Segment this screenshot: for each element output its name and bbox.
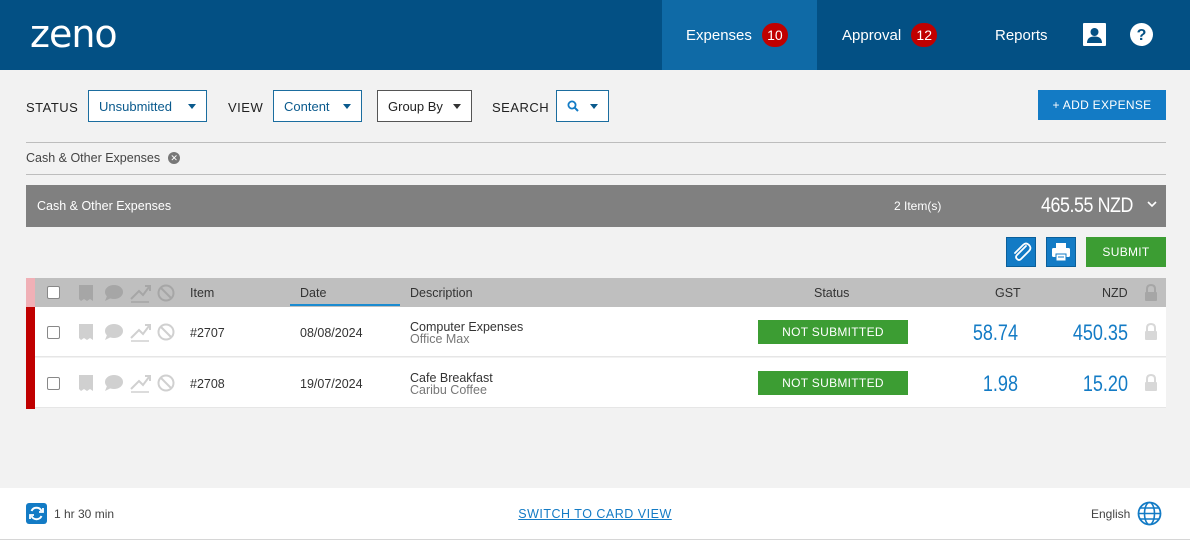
forward-icon	[130, 285, 151, 303]
divider	[26, 174, 1166, 175]
nav-reports[interactable]: Reports	[995, 0, 1048, 70]
group-by-dropdown[interactable]: Group By	[377, 90, 472, 122]
column-gst[interactable]: GST	[995, 286, 1021, 300]
column-nzd[interactable]: NZD	[1102, 286, 1128, 300]
divider	[26, 142, 1166, 143]
nav-approval-label: Approval	[842, 26, 902, 44]
table-row[interactable]: #2708 19/07/2024 Cafe Breakfast Caribu C…	[26, 358, 1166, 409]
active-filter-chip: Cash & Other Expenses ✕	[26, 151, 181, 165]
active-filter-label: Cash & Other Expenses	[26, 151, 161, 165]
status-dropdown[interactable]: Unsubmitted	[88, 90, 207, 122]
column-item[interactable]: Item	[190, 286, 214, 300]
status-dropdown-value: Unsubmitted	[99, 98, 172, 114]
user-icon[interactable]	[1083, 23, 1106, 46]
status-badge: NOT SUBMITTED	[758, 371, 908, 395]
submit-button[interactable]: SUBMIT	[1086, 237, 1166, 267]
chevron-down-icon[interactable]	[1146, 198, 1158, 210]
receipt-icon[interactable]	[77, 323, 95, 341]
block-icon[interactable]	[157, 374, 175, 392]
lock-icon	[1145, 284, 1157, 301]
item-number: #2707	[190, 326, 225, 340]
paperclip-icon	[1014, 242, 1032, 261]
item-number: #2708	[190, 377, 225, 391]
nav-expenses[interactable]: Expenses 10	[662, 0, 817, 70]
search-dropdown[interactable]	[556, 90, 609, 122]
nav-approval[interactable]: Approval 12	[842, 0, 938, 70]
forward-icon[interactable]	[129, 372, 151, 394]
expense-merchant: Caribu Coffee	[410, 383, 487, 397]
gst-amount: 1.98	[982, 371, 1018, 396]
gst-amount: 58.74	[972, 320, 1018, 345]
block-icon	[157, 284, 175, 302]
attach-button[interactable]	[1006, 237, 1036, 267]
svg-text:zeno: zeno	[30, 13, 117, 56]
language-label[interactable]: English	[1091, 507, 1130, 521]
print-icon	[1052, 243, 1070, 262]
table-row[interactable]: #2707 08/08/2024 Computer Expenses Offic…	[26, 307, 1166, 358]
expense-merchant: Office Max	[410, 332, 470, 346]
row-status-bar	[26, 358, 35, 409]
chevron-down-icon	[343, 104, 351, 109]
status-badge: NOT SUBMITTED	[758, 320, 908, 344]
receipt-icon	[79, 285, 93, 301]
top-navigation-bar: zeno Expenses 10 Approval 12 Reports ?	[0, 0, 1190, 70]
view-dropdown[interactable]: Content	[273, 90, 362, 122]
help-icon[interactable]: ?	[1130, 23, 1153, 46]
search-label: SEARCH	[492, 100, 550, 115]
group-by-label: Group By	[388, 98, 443, 114]
search-icon	[567, 100, 579, 112]
row-checkbox[interactable]	[47, 377, 60, 390]
globe-icon[interactable]	[1137, 501, 1162, 526]
column-status[interactable]: Status	[814, 286, 849, 300]
nav-expenses-label: Expenses	[686, 26, 752, 44]
footer-bar: 1 hr 30 min SWITCH TO CARD VIEW English	[0, 488, 1190, 540]
column-date[interactable]: Date	[300, 286, 326, 300]
column-description[interactable]: Description	[410, 286, 473, 300]
comment-icon[interactable]	[104, 374, 124, 392]
receipt-icon[interactable]	[77, 374, 95, 392]
expense-group-header[interactable]: Cash & Other Expenses 2 Item(s) 465.55 N…	[26, 185, 1166, 227]
view-dropdown-value: Content	[284, 98, 330, 114]
sort-indicator	[290, 304, 400, 306]
print-button[interactable]	[1046, 237, 1076, 267]
expense-date: 08/08/2024	[300, 326, 363, 340]
svg-text:?: ?	[1137, 27, 1147, 44]
group-title: Cash & Other Expenses	[37, 199, 172, 213]
lock-icon	[1145, 323, 1157, 340]
nav-reports-label: Reports	[995, 26, 1048, 44]
comment-icon	[105, 285, 123, 301]
row-checkbox[interactable]	[47, 326, 60, 339]
group-total: 465.55 NZD	[1041, 194, 1133, 217]
chevron-down-icon	[590, 104, 598, 109]
header-strip	[26, 278, 35, 307]
nzd-amount: 450.35	[1072, 320, 1128, 345]
comment-icon[interactable]	[104, 323, 124, 341]
row-status-bar	[26, 307, 35, 358]
add-expense-button[interactable]: + ADD EXPENSE	[1038, 90, 1166, 120]
group-item-count: 2 Item(s)	[894, 199, 942, 213]
forward-icon[interactable]	[129, 321, 151, 343]
expense-date: 19/07/2024	[300, 377, 363, 391]
select-all-checkbox[interactable]	[47, 286, 60, 299]
view-label: VIEW	[228, 100, 264, 115]
block-icon[interactable]	[157, 323, 175, 341]
expenses-count-badge: 10	[761, 23, 788, 47]
chevron-down-icon	[188, 104, 196, 109]
approval-count-badge: 12	[911, 23, 938, 47]
lock-icon	[1145, 374, 1157, 391]
nzd-amount: 15.20	[1082, 371, 1128, 396]
table-header: Item Date Description Status GST NZD	[26, 278, 1166, 307]
status-label: STATUS	[26, 100, 79, 115]
switch-to-card-view-link[interactable]: SWITCH TO CARD VIEW	[0, 507, 1190, 521]
remove-filter-icon[interactable]: ✕	[168, 152, 181, 164]
zeno-logo[interactable]: zeno	[30, 13, 142, 57]
chevron-down-icon	[453, 104, 461, 109]
